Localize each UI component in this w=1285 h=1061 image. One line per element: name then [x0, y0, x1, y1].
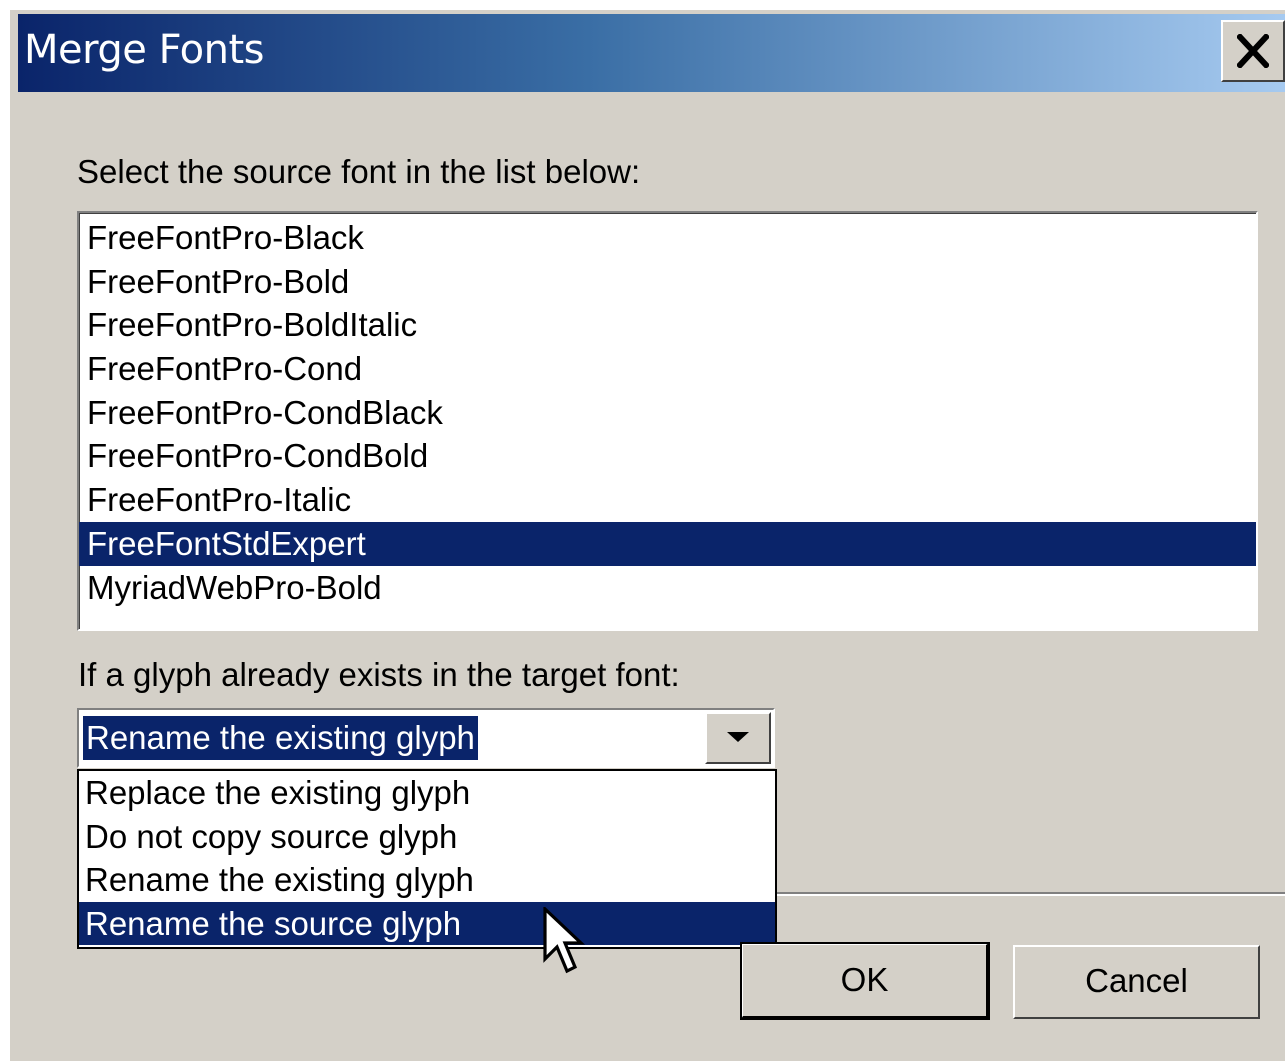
title-bar[interactable]: Merge Fonts [18, 14, 1285, 92]
dropdown-option[interactable]: Replace the existing glyph [79, 771, 775, 815]
font-list-item[interactable]: FreeFontPro-Cond [79, 347, 1256, 391]
close-button[interactable] [1221, 20, 1285, 82]
window-title: Merge Fonts [24, 27, 265, 73]
close-x-icon [1237, 34, 1269, 68]
font-list-item[interactable]: FreeFontStdExpert [79, 521, 1256, 566]
divider [777, 892, 1285, 896]
font-list-item[interactable]: FreeFontPro-BoldItalic [79, 303, 1256, 347]
glyph-conflict-current-value: Rename the existing glyph [83, 716, 478, 760]
font-list-item[interactable]: MyriadWebPro-Bold [79, 566, 1256, 610]
glyph-conflict-label: If a glyph already exists in the target … [78, 656, 680, 693]
dropdown-button[interactable] [705, 712, 771, 764]
dropdown-option[interactable]: Do not copy source glyph [79, 815, 775, 859]
source-font-list[interactable]: FreeFontPro-Black FreeFontPro-Bold FreeFon… [77, 211, 1258, 631]
font-list-item[interactable]: FreeFontPro-Black [79, 216, 1256, 260]
glyph-conflict-select[interactable]: Rename the existing glyph [77, 708, 775, 768]
triangle-down-icon [727, 732, 749, 742]
font-list-item[interactable]: FreeFontPro-CondBold [79, 434, 1256, 478]
cancel-button[interactable]: Cancel [1013, 945, 1260, 1019]
font-list-item[interactable]: FreeFontPro-Bold [79, 260, 1256, 304]
font-list-item[interactable]: FreeFontPro-CondBlack [79, 391, 1256, 435]
font-list-item[interactable]: FreeFontPro-Italic [79, 478, 1256, 522]
glyph-conflict-options-list[interactable]: Replace the existing glyph Do not copy so… [77, 769, 777, 949]
ok-button[interactable]: OK [740, 942, 990, 1020]
source-font-label: Select the source font in the list below… [77, 153, 641, 190]
merge-fonts-dialog: Merge Fonts Select the source font in th… [10, 10, 1285, 1061]
dropdown-option[interactable]: Rename the source glyph [79, 901, 775, 945]
dropdown-option[interactable]: Rename the existing glyph [79, 858, 775, 902]
